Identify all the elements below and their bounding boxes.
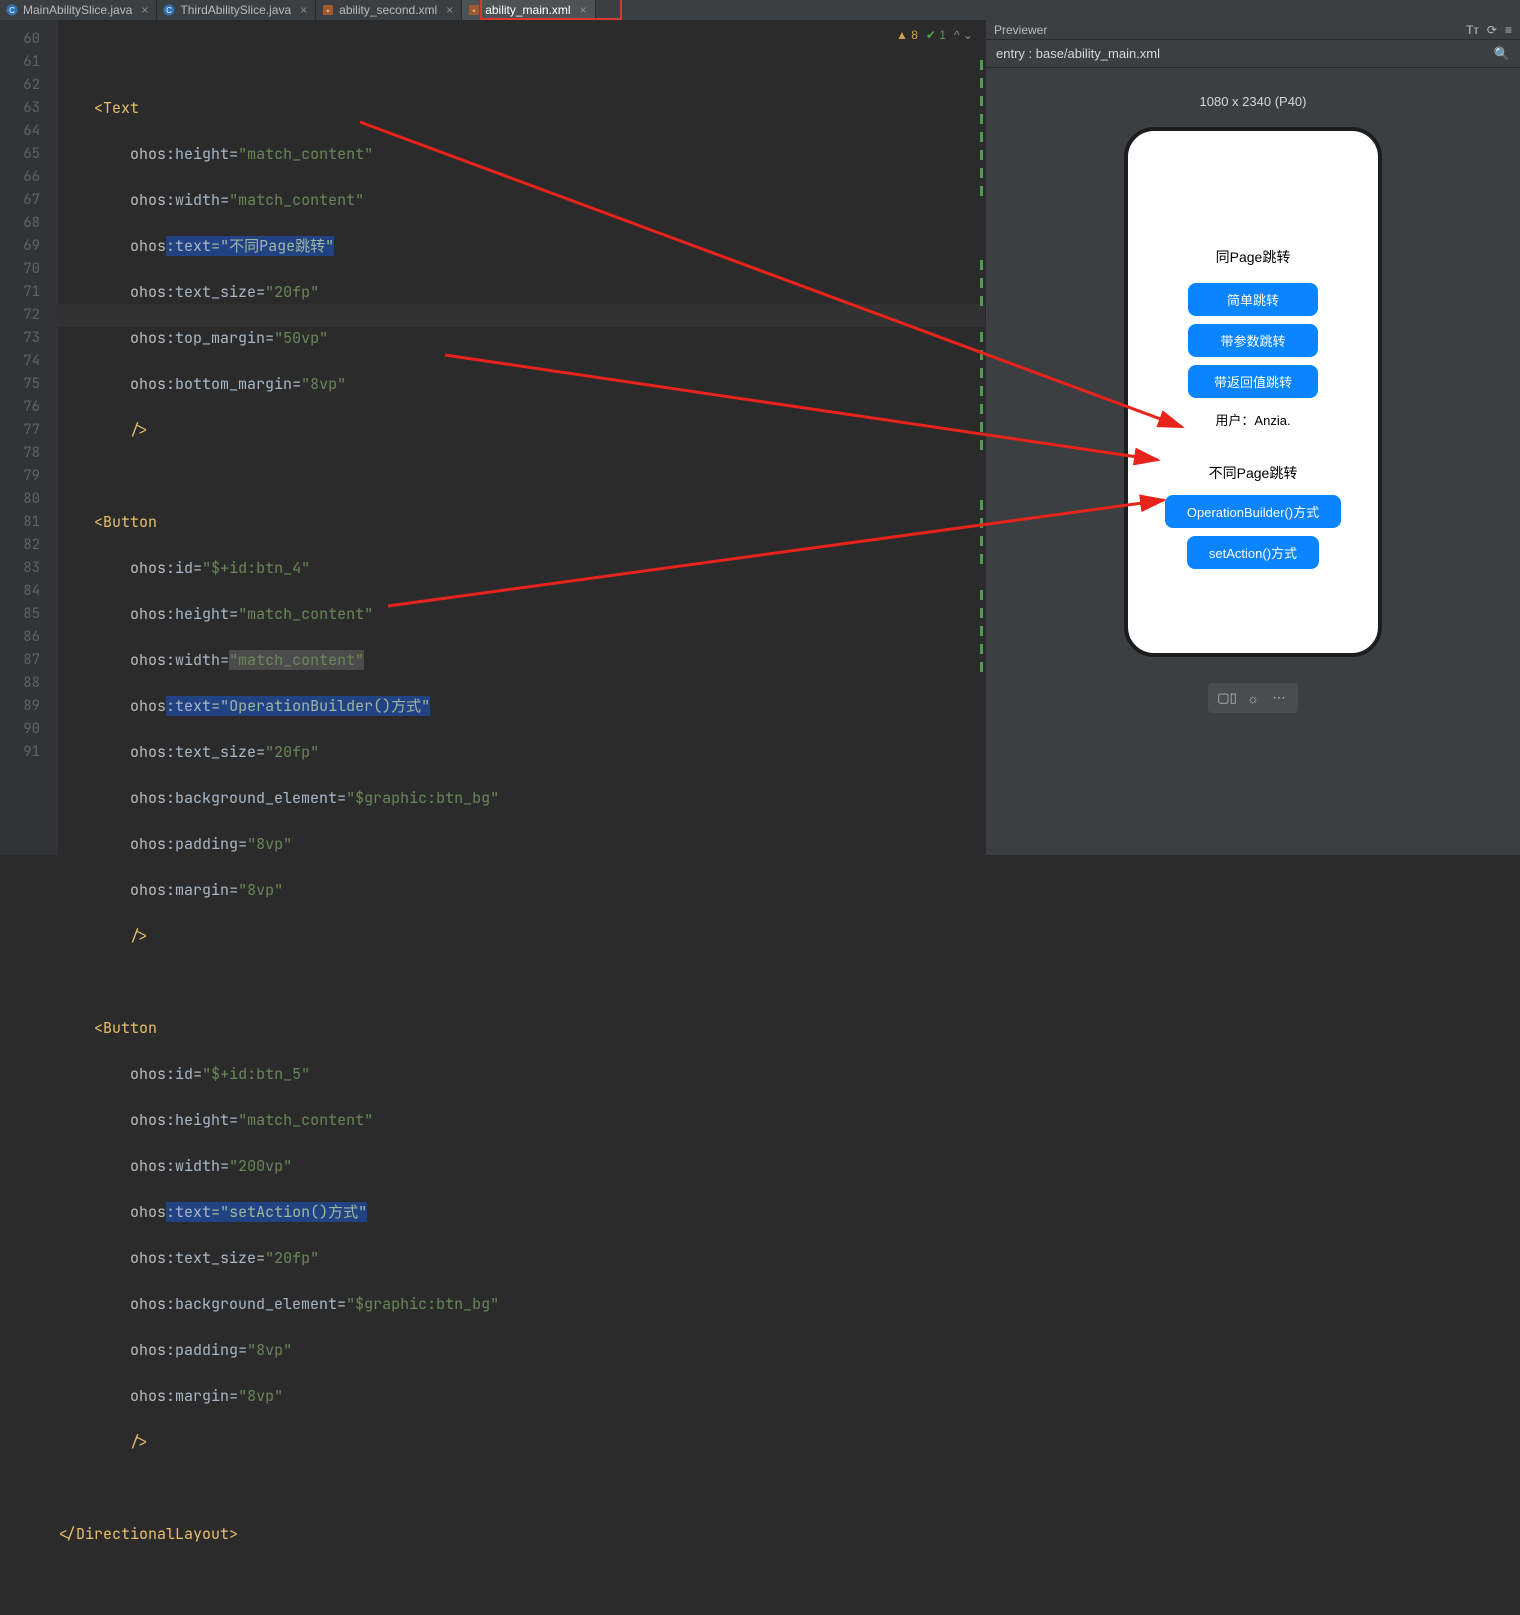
java-class-icon: C	[6, 4, 18, 16]
tab-label: ability_main.xml	[485, 3, 570, 17]
preview-toolbar: ▢▯ ☼ ⋯	[1208, 683, 1298, 713]
phone-btn-simple-jump[interactable]: 简单跳转	[1188, 283, 1318, 316]
java-class-icon: C	[163, 4, 175, 16]
svg-text:C: C	[9, 6, 15, 15]
refresh-icon[interactable]: ⟳	[1487, 23, 1497, 37]
tab-label: ability_second.xml	[339, 3, 437, 17]
entry-path: entry : base/ability_main.xml	[996, 46, 1160, 61]
search-icon[interactable]: 🔍	[1494, 46, 1510, 62]
font-icon[interactable]: Tᴛ	[1466, 23, 1479, 37]
code-editor[interactable]: ▲ 8 ✔ 1 ^ ⌄ 6061626364656667686970717273…	[0, 20, 985, 855]
tab-label: ThirdAbilitySlice.java	[180, 3, 291, 17]
close-icon[interactable]: ×	[580, 4, 587, 16]
phone-screen: 同Page跳转 简单跳转 带参数跳转 带返回值跳转 用户：Anzia. 不同Pa…	[1140, 151, 1366, 569]
tab-ability-second[interactable]: ⋆ ability_second.xml ×	[316, 0, 462, 20]
layout-icon[interactable]: ▢▯	[1216, 687, 1238, 709]
xml-file-icon: ⋆	[468, 4, 480, 16]
close-icon[interactable]: ×	[300, 4, 307, 16]
diff-page-title: 不同Page跳转	[1209, 463, 1298, 483]
phone-btn-setaction[interactable]: setAction()方式	[1187, 536, 1319, 569]
code-lines[interactable]: <Text ohos:height="match_content" ohos:w…	[58, 20, 985, 855]
previewer-title: Previewer	[994, 23, 1047, 37]
phone-user-label: 用户：Anzia.	[1215, 410, 1290, 429]
editor-tab-bar: C MainAbilitySlice.java × C ThirdAbility…	[0, 0, 1520, 20]
phone-btn-operationbuilder[interactable]: OperationBuilder()方式	[1165, 495, 1341, 528]
tab-third-ability-slice[interactable]: C ThirdAbilitySlice.java ×	[157, 0, 316, 20]
phone-btn-return-jump[interactable]: 带返回值跳转	[1188, 365, 1318, 398]
tab-ability-main[interactable]: ⋆ ability_main.xml ×	[462, 0, 595, 20]
svg-text:⋆: ⋆	[326, 8, 330, 15]
close-icon[interactable]: ×	[141, 4, 148, 16]
tab-label: MainAbilitySlice.java	[23, 3, 132, 17]
previewer-panel: Previewer Tᴛ ⟳ ≡ entry : base/ability_ma…	[985, 20, 1520, 855]
phone-btn-param-jump[interactable]: 带参数跳转	[1188, 324, 1318, 357]
svg-text:C: C	[167, 6, 173, 15]
svg-text:⋆: ⋆	[472, 8, 476, 15]
tab-main-ability-slice[interactable]: C MainAbilitySlice.java ×	[0, 0, 157, 20]
line-number-gutter: 6061626364656667686970717273747576777879…	[8, 20, 58, 855]
sun-icon[interactable]: ☼	[1242, 687, 1264, 709]
xml-file-icon: ⋆	[322, 4, 334, 16]
close-icon[interactable]: ×	[446, 4, 453, 16]
settings-icon[interactable]: ≡	[1505, 23, 1512, 37]
same-page-title: 同Page跳转	[1216, 247, 1291, 267]
device-frame: 同Page跳转 简单跳转 带参数跳转 带返回值跳转 用户：Anzia. 不同Pa…	[1124, 127, 1382, 657]
device-caption: 1080 x 2340 (P40)	[1200, 94, 1307, 109]
more-icon[interactable]: ⋯	[1268, 687, 1290, 709]
